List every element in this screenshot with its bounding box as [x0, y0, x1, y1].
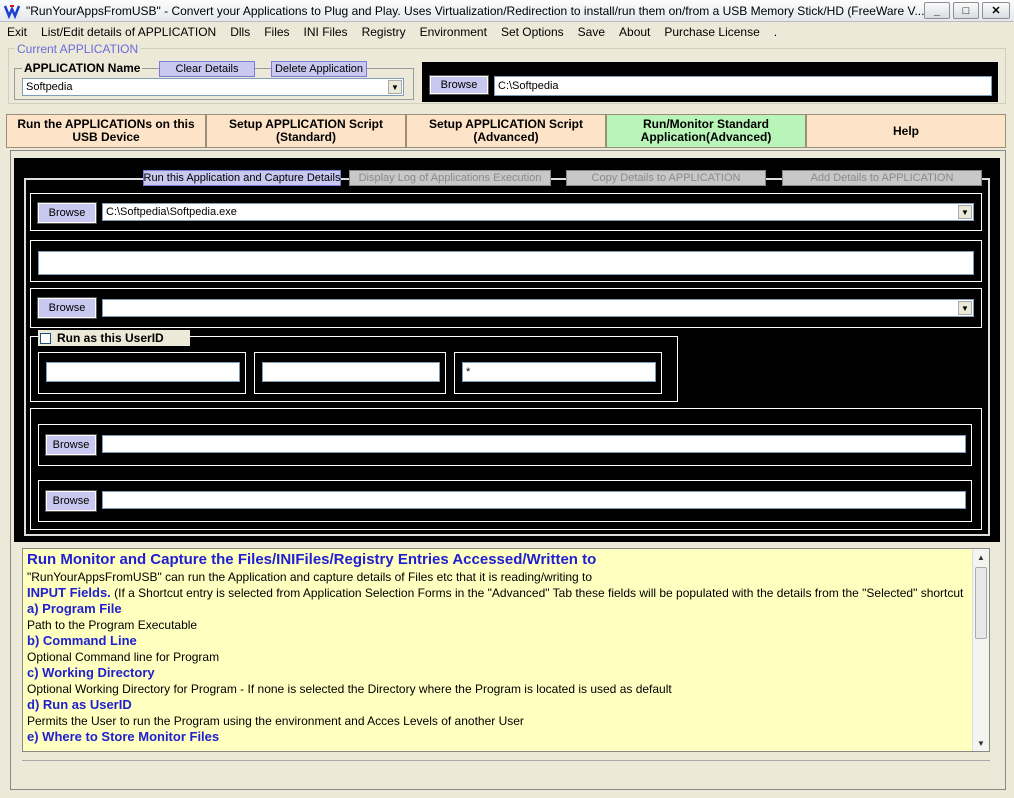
help-c-text: Optional Working Directory for Program -…	[27, 682, 672, 696]
help-input-paragraph: INPUT Fields. (If a Shortcut entry is se…	[27, 585, 965, 601]
help-c-title: c) Working Directory	[27, 665, 155, 680]
working-directory-select[interactable]: ▼	[102, 299, 974, 317]
help-intro: "RunYourAppsFromUSB" can run the Applica…	[27, 570, 593, 584]
tab-setup-standard[interactable]: Setup APPLICATION Script (Standard)	[206, 114, 406, 148]
current-application-legend: Current APPLICATION	[15, 42, 141, 56]
help-a-text: Path to the Program Executable	[27, 618, 198, 632]
menu-dlls[interactable]: Dlls	[223, 25, 257, 39]
help-d-text: Permits the User to run the Program usin…	[27, 714, 524, 728]
store-path-2-field[interactable]	[102, 491, 966, 509]
store-path-1-field[interactable]	[102, 435, 966, 453]
menu-save[interactable]: Save	[571, 25, 612, 39]
app-logo-icon	[4, 3, 20, 19]
help-a-title: a) Program File	[27, 601, 122, 616]
password-field[interactable]: *	[462, 362, 656, 382]
program-file-select[interactable]: C:\Softpedia\Softpedia.exe ▼	[102, 203, 974, 221]
menu-purchase-license[interactable]: Purchase License	[657, 25, 766, 39]
help-b-title: b) Command Line	[27, 633, 137, 648]
title-bar: "RunYourAppsFromUSB" - Convert your Appl…	[0, 0, 1014, 22]
display-log-button[interactable]: Display Log of Applications Execution	[349, 170, 551, 186]
run-as-checkbox[interactable]: Run as this UserID	[38, 330, 190, 346]
help-scrollbar[interactable]: ▲ ▼	[972, 549, 989, 751]
help-heading: Run Monitor and Capture the Files/INIFil…	[27, 551, 597, 568]
chevron-down-icon[interactable]: ▼	[958, 205, 972, 219]
status-area	[22, 760, 990, 782]
tab-run-monitor[interactable]: Run/Monitor Standard Application(Advance…	[606, 114, 806, 148]
close-button[interactable]: ✕	[982, 2, 1010, 19]
window-title: "RunYourAppsFromUSB" - Convert your Appl…	[26, 3, 925, 18]
application-path-field[interactable]: C:\Softpedia	[494, 76, 992, 96]
help-e-title: e) Where to Store Monitor Files	[27, 729, 220, 744]
application-name-select[interactable]: Softpedia ▼	[22, 78, 404, 96]
checkbox-icon[interactable]	[40, 332, 51, 344]
menu-registry[interactable]: Registry	[355, 25, 413, 39]
scroll-down-icon[interactable]: ▼	[973, 735, 989, 751]
command-line-field[interactable]	[38, 251, 974, 275]
store-browse-1-button[interactable]: Browse	[45, 434, 97, 456]
minimize-button[interactable]: _	[924, 2, 950, 19]
application-browse-button[interactable]: Browse	[429, 75, 489, 95]
tab-help[interactable]: Help	[806, 114, 1006, 148]
menu-about[interactable]: About	[612, 25, 657, 39]
run-as-label: Run as this UserID	[57, 331, 164, 345]
copy-details-button[interactable]: Copy Details to APPLICATION	[566, 170, 766, 186]
menu-list-edit[interactable]: List/Edit details of APPLICATION	[34, 25, 223, 39]
application-name-value: Softpedia	[26, 81, 73, 93]
menu-exit[interactable]: Exit	[0, 25, 34, 39]
program-file-value: C:\Softpedia\Softpedia.exe	[106, 206, 237, 218]
clear-details-button[interactable]: Clear Details	[159, 61, 255, 77]
delete-application-button[interactable]: Delete Application	[271, 61, 367, 77]
domain-field[interactable]	[262, 362, 440, 382]
user-id-field[interactable]	[46, 362, 240, 382]
chevron-down-icon[interactable]: ▼	[388, 80, 402, 94]
help-b-text: Optional Command line for Program	[27, 650, 220, 664]
working-directory-browse-button[interactable]: Browse	[37, 297, 97, 319]
application-name-label: APPLICATION Name	[22, 61, 143, 75]
help-d-title: d) Run as UserID	[27, 697, 132, 712]
store-browse-2-button[interactable]: Browse	[45, 490, 97, 512]
run-capture-button[interactable]: Run this Application and Capture Details	[143, 170, 341, 186]
tab-run-applications[interactable]: Run the APPLICATIONs on this USB Device	[6, 114, 206, 148]
menu-environment[interactable]: Environment	[413, 25, 494, 39]
scroll-up-icon[interactable]: ▲	[973, 549, 989, 565]
tab-setup-advanced[interactable]: Setup APPLICATION Script (Advanced)	[406, 114, 606, 148]
help-input-text: (If a Shortcut entry is selected from Ap…	[110, 586, 964, 600]
menu-files[interactable]: Files	[257, 25, 296, 39]
menu-bar: Exit List/Edit details of APPLICATION Dl…	[0, 22, 1014, 42]
program-file-browse-button[interactable]: Browse	[37, 202, 97, 224]
chevron-down-icon[interactable]: ▼	[958, 301, 972, 315]
scroll-thumb[interactable]	[975, 567, 987, 639]
menu-set-options[interactable]: Set Options	[494, 25, 571, 39]
maximize-button[interactable]: □	[953, 2, 979, 19]
menu-dot[interactable]: .	[767, 25, 784, 39]
menu-ini-files[interactable]: INI Files	[297, 25, 355, 39]
help-input-title: INPUT Fields.	[27, 585, 111, 600]
add-details-button[interactable]: Add Details to APPLICATION	[782, 170, 982, 186]
help-pane[interactable]: Run Monitor and Capture the Files/INIFil…	[22, 548, 990, 752]
